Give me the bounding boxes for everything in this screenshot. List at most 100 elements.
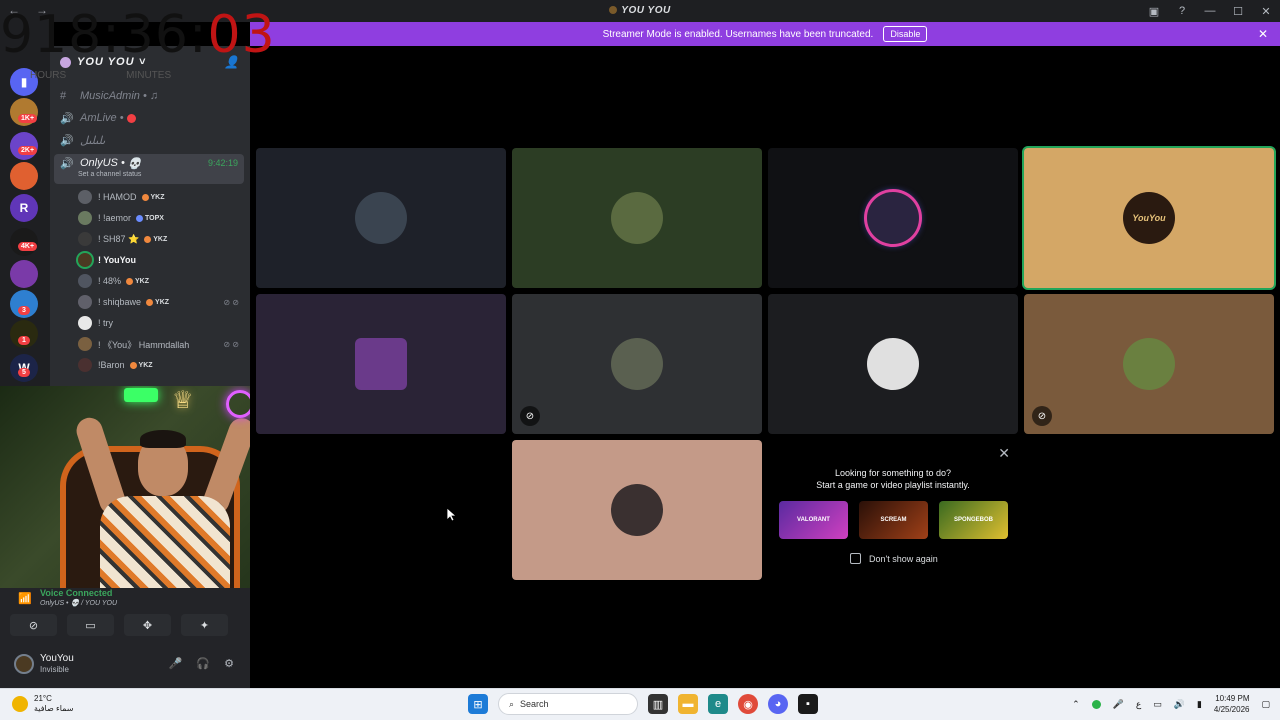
weather-condition: سماء صافية	[34, 704, 74, 713]
participant-tile[interactable]	[256, 294, 506, 434]
start-button[interactable]: ⊞	[468, 694, 488, 714]
help-icon[interactable]: ?	[1168, 5, 1196, 17]
mention-badge: 3	[18, 306, 30, 315]
voice-member[interactable]: ! try	[78, 314, 243, 332]
server-icon[interactable]	[10, 260, 38, 288]
avatar	[78, 253, 92, 267]
battery-icon[interactable]: ▮	[1197, 699, 1202, 710]
server-icon[interactable]	[10, 162, 38, 190]
member-name: ! 《You》 Hammdallah	[98, 339, 190, 350]
channel-item[interactable]: 🔊 ىلىلىل	[54, 130, 244, 150]
inbox-icon[interactable]: ▣	[1140, 5, 1168, 18]
activity-line2: Start a game or video playlist instantly…	[816, 480, 970, 490]
camera-button[interactable]: ⊘	[10, 614, 57, 636]
clock[interactable]: 10:49 PM 4/25/2026	[1214, 693, 1250, 715]
status-dot-icon[interactable]	[1091, 699, 1101, 709]
language-indicator[interactable]: ع	[1136, 699, 1141, 710]
voice-member[interactable]: ! SH87 ⭐ YKZ	[78, 230, 243, 248]
tag-icon	[141, 193, 149, 201]
volume-icon[interactable]: 🔊	[1174, 699, 1185, 710]
voice-member[interactable]: ! !aemor TOPX	[78, 209, 243, 227]
gear-icon[interactable]: ⚙	[224, 657, 234, 670]
activity-card[interactable]: VALORANT	[779, 501, 848, 539]
streamer-shirt	[100, 496, 230, 590]
voice-panel: 📶 Voice Connected OnlyUS • 💀 / YOU YOU ⊘…	[0, 588, 250, 688]
app-icon[interactable]: ▪	[798, 694, 818, 714]
checkbox[interactable]	[850, 553, 861, 564]
close-icon[interactable]: ✕	[998, 445, 1010, 462]
voice-member[interactable]: ! 48% YKZ	[78, 272, 243, 290]
microphone-icon[interactable]: 🎤	[1113, 699, 1124, 710]
channel-timer: 9:42:19	[207, 158, 238, 168]
timer-seconds: 03	[207, 5, 276, 65]
channel-item[interactable]: 🔊 AmLive •	[54, 108, 244, 128]
timer-sep: :	[102, 5, 121, 65]
mouse-cursor-icon	[446, 507, 458, 527]
minimize-button[interactable]: —	[1196, 5, 1224, 17]
participant-tile[interactable]: ⊘	[1024, 294, 1274, 434]
participant-tile[interactable]	[768, 148, 1018, 288]
voice-member[interactable]: ! shiqbawe YKZ ⊘ ⊘	[78, 293, 243, 311]
voice-member[interactable]: !Baron YKZ	[78, 356, 243, 374]
signal-icon: 📶	[18, 593, 32, 605]
chrome-icon[interactable]: ◉	[738, 694, 758, 714]
search-icon: ⌕	[509, 698, 515, 709]
timer-minutes: 36	[120, 5, 189, 65]
screen-share-button[interactable]: ▭	[67, 614, 114, 636]
microphone-icon[interactable]: 🎤	[169, 657, 183, 670]
task-view-icon[interactable]: ▥	[648, 694, 668, 714]
search-box[interactable]: ⌕ Search	[498, 693, 638, 715]
dont-show-again[interactable]: Don't show again	[850, 553, 938, 564]
channel-name: ىلىلىل	[80, 134, 106, 147]
screen-share-icon: ▭	[85, 619, 96, 632]
voice-channel[interactable]: OnlyUS • 💀 / YOU YOU	[40, 599, 117, 607]
channel-name: MusicAdmin •	[80, 90, 147, 102]
channel-status[interactable]: Set a channel status	[78, 171, 141, 178]
channel-name: AmLive •	[80, 112, 124, 124]
participant-tile-speaking[interactable]: YouYou	[1024, 148, 1274, 288]
member-name: ! !aemor	[98, 213, 132, 223]
headphones-icon[interactable]: 🎧	[196, 657, 210, 670]
voice-member[interactable]: ! YouYou	[78, 251, 243, 269]
activity-card[interactable]: SCREAM	[859, 501, 928, 539]
activity-button[interactable]: ✥	[124, 614, 171, 636]
network-icon[interactable]: ▭	[1153, 699, 1162, 710]
participant-tile[interactable]: ⊘	[512, 294, 762, 434]
timer-label-minutes: MINUTES	[126, 70, 172, 81]
channel-item[interactable]: # MusicAdmin • ♫	[54, 86, 244, 106]
user-controls: 🎤 🎧 ⚙	[169, 657, 234, 670]
neon-light-icon	[124, 388, 158, 402]
channel-item-active[interactable]: 🔊 OnlyUS • 💀 9:42:19 Set a channel statu…	[54, 154, 244, 184]
voice-member[interactable]: ! 《You》 Hammdallah ⊘ ⊘	[78, 335, 243, 353]
server-icon[interactable]: R	[10, 194, 38, 222]
avatar	[355, 338, 407, 390]
close-icon[interactable]: ✕	[1258, 27, 1268, 41]
weather-text: 21°C سماء صافية	[34, 694, 74, 714]
file-explorer-icon[interactable]: ▬	[678, 694, 698, 714]
maximize-button[interactable]: ☐	[1224, 5, 1252, 18]
member-tag: YKZ	[141, 193, 165, 201]
discord-icon[interactable]: ◕	[768, 694, 788, 714]
avatar[interactable]	[14, 654, 34, 674]
disable-button[interactable]: Disable	[883, 26, 928, 42]
member-tag: TOPX	[136, 214, 164, 222]
server-icon	[609, 6, 618, 14]
camera-off-icon: ⊘	[28, 619, 39, 632]
soundboard-button[interactable]: ✦	[181, 614, 228, 636]
voice-member[interactable]: ! HAMOD YKZ	[78, 188, 243, 206]
participant-tile[interactable]	[512, 148, 762, 288]
member-tag: YKZ	[146, 298, 169, 306]
timer-sep: :	[188, 5, 208, 65]
participant-tile[interactable]	[768, 294, 1018, 434]
mention-badge: 5	[18, 368, 30, 377]
activity-text: Looking for something to do? Start a gam…	[768, 467, 1018, 491]
member-name: ! SH87	[98, 234, 126, 244]
chevron-up-icon[interactable]: ⌃	[1072, 699, 1080, 710]
participant-tile[interactable]	[256, 148, 506, 288]
weather-widget[interactable]: 21°C سماء صافية	[12, 694, 74, 714]
close-button[interactable]: ✕	[1252, 5, 1280, 18]
participant-tile[interactable]	[512, 440, 762, 580]
notifications-icon[interactable]: ▢	[1261, 699, 1270, 710]
activity-card[interactable]: SPONGEBOB	[939, 501, 1008, 539]
edge-icon[interactable]: e	[708, 694, 728, 714]
